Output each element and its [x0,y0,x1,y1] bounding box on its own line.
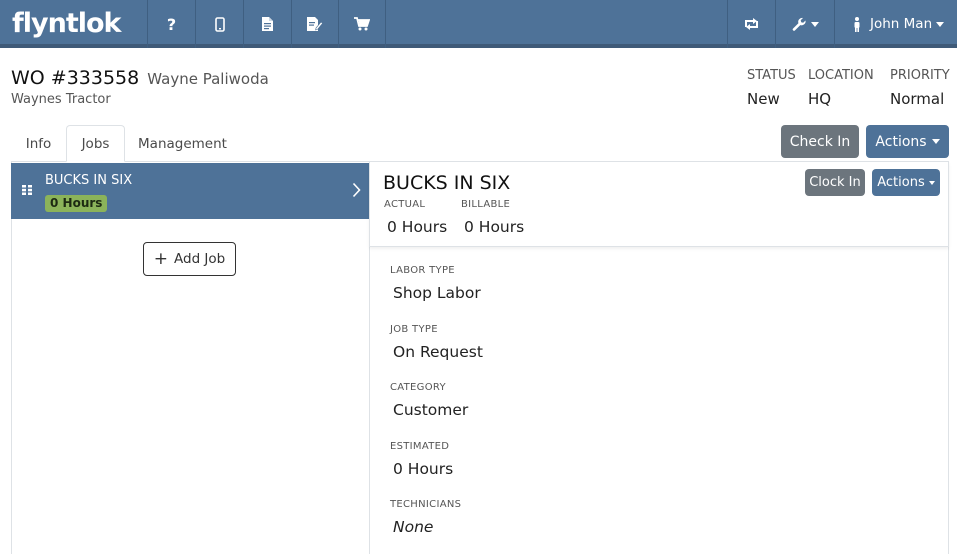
actual-value: 0 Hours [387,218,448,236]
clock-in-button[interactable]: Clock In [805,169,865,196]
actual-label: ACTUAL [384,199,426,210]
job-title: BUCKS IN SIX [383,172,511,194]
wrench-icon [792,17,806,31]
location-label: LOCATION [808,68,874,83]
technicians-label: TECHNICIANS [390,499,462,510]
document-button[interactable] [243,0,291,48]
estimated-label: ESTIMATED [390,441,450,452]
technicians-value: None [393,518,434,536]
edit-document-icon [307,17,323,31]
help-button[interactable]: ? [147,0,195,48]
tools-dropdown[interactable] [775,0,835,48]
tab-management[interactable]: Management [125,125,240,162]
work-order-number: WO #333558 [11,67,140,89]
job-item-name: BUCKS IN SIX [45,173,133,188]
labor-type-label: LABOR TYPE [390,265,455,276]
job-actions-dropdown[interactable]: Actions [872,169,940,196]
job-list-item[interactable]: BUCKS IN SIX 0 Hours [11,163,369,219]
status-label: STATUS [747,68,796,83]
chevron-down-icon [931,139,940,144]
company-name[interactable]: Waynes Tractor [11,92,111,107]
category-value: Customer [393,401,469,419]
document-icon [262,17,273,31]
flyntlok-logo[interactable]: flyntlok [12,6,121,42]
actions-dropdown[interactable]: Actions [866,125,949,158]
work-order-title: WO #333558 Wayne Paliwoda [11,67,269,89]
billable-value: 0 Hours [464,218,525,236]
drag-handle-icon[interactable] [22,185,32,195]
swap-icon [745,18,758,30]
chevron-down-icon [936,21,945,27]
check-in-button[interactable]: Check In [781,125,859,158]
user-name: John Man [870,16,933,32]
mobile-button[interactable] [195,0,243,48]
priority-label: PRIORITY [890,68,950,83]
customer-name[interactable]: Wayne Paliwoda [147,70,269,88]
priority-value: Normal [890,90,945,108]
add-job-button[interactable]: + Add Job [143,242,236,276]
estimated-value: 0 Hours [393,460,454,478]
billable-label: BILLABLE [461,199,511,210]
user-icon [854,16,860,32]
location-value: HQ [808,90,832,108]
category-label: CATEGORY [390,382,446,393]
cart-icon [354,17,370,31]
top-navbar: flyntlok ? John Man [0,0,957,48]
status-value: New [747,90,780,108]
add-job-label: Add Job [174,251,226,267]
plus-icon: + [153,248,168,269]
tab-info[interactable]: Info [11,125,66,162]
help-icon: ? [166,14,177,34]
tab-jobs[interactable]: Jobs [66,125,125,162]
job-type-value: On Request [393,343,483,361]
chevron-down-icon [811,21,819,27]
job-actions-label: Actions [877,175,925,190]
cart-button[interactable] [338,0,386,48]
mobile-icon [214,16,225,32]
user-menu[interactable]: John Man [834,0,957,48]
hours-badge: 0 Hours [45,195,108,212]
jobs-list-panel [11,162,369,554]
actions-label: Actions [875,133,927,150]
labor-type-value: Shop Labor [393,284,481,302]
swap-button[interactable] [727,0,775,48]
chevron-down-icon [928,180,935,185]
job-type-label: JOB TYPE [390,324,438,335]
edit-document-button[interactable] [291,0,338,48]
chevron-right-icon [352,182,361,198]
